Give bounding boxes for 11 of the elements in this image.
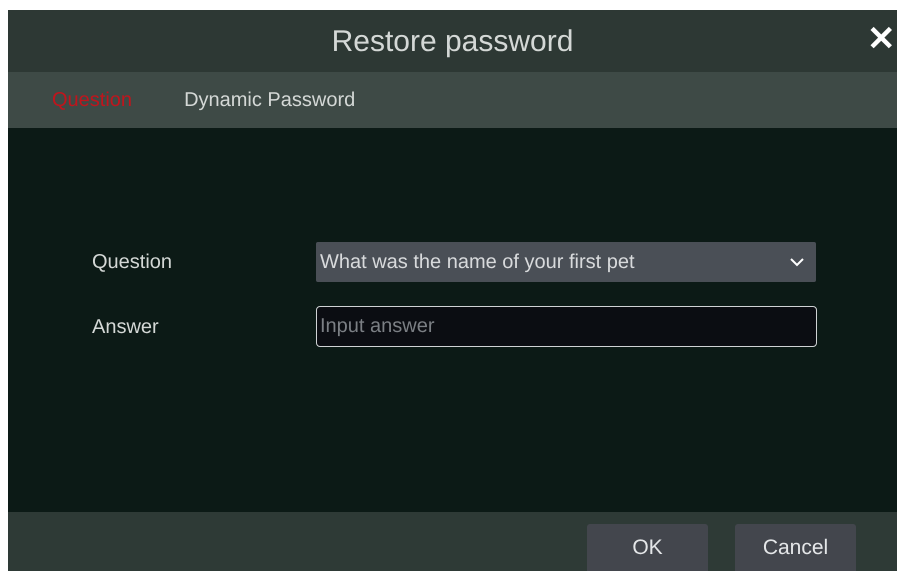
- window-title: Restore password: [332, 24, 574, 60]
- tab[interactable]: Dynamic Password: [184, 85, 356, 115]
- field-label: Question: [91, 250, 174, 275]
- dialog-button[interactable]: OK: [587, 524, 708, 571]
- close-button[interactable]: ✕: [867, 22, 895, 56]
- question-dropdown[interactable]: What was the name of your first pet: [316, 242, 816, 282]
- dropdown-value: What was the name of your first pet: [320, 250, 635, 275]
- answer-field[interactable]: Input answer: [316, 306, 817, 347]
- dialog-button[interactable]: Cancel: [735, 524, 856, 571]
- field-label: Answer: [91, 314, 160, 340]
- chevron-down-icon: [790, 258, 804, 266]
